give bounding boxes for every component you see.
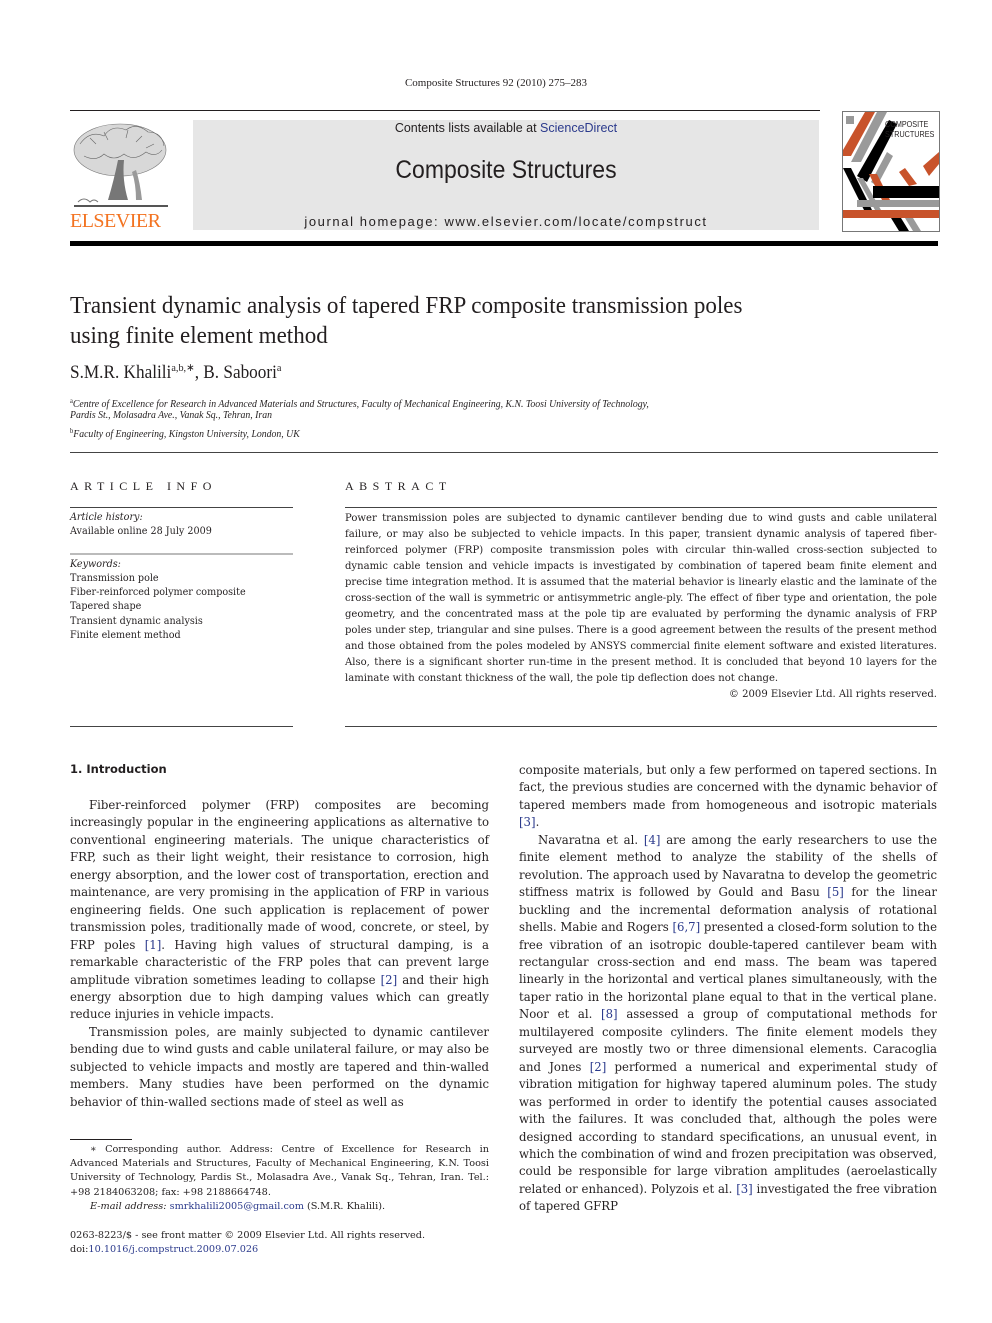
- abstract-body: Power transmission poles are subjected t…: [345, 511, 937, 703]
- issn-line: 0263-8223/$ - see front matter © 2009 El…: [70, 1230, 426, 1241]
- citation-link[interactable]: [8]: [601, 1007, 618, 1021]
- citation-link[interactable]: [3]: [519, 815, 536, 829]
- contents-availability: Contents lists available at ScienceDirec…: [193, 121, 819, 135]
- doi-line: doi:10.1016/j.compstruct.2009.07.026: [70, 1244, 259, 1256]
- abstract-rule: [345, 507, 937, 508]
- keywords-label: Keywords:: [70, 559, 121, 570]
- article-history-value: Available online 28 July 2009: [70, 526, 212, 537]
- citation-link[interactable]: [5]: [827, 885, 844, 899]
- keyword-item: Finite element method: [70, 630, 181, 641]
- journal-homepage-link[interactable]: journal homepage: www.elsevier.com/locat…: [193, 214, 819, 229]
- section-rule: [70, 452, 938, 453]
- section-heading-introduction: 1. Introduction: [70, 762, 167, 776]
- cover-title: COMPOSITE STRUCTURES: [885, 119, 935, 139]
- footnote-address: ∗ Corresponding author. Address: Centre …: [70, 1144, 489, 1198]
- paragraph: Fiber-reinforced polymer (FRP) composite…: [70, 798, 490, 1022]
- author-name[interactable]: S.M.R. Khalili: [70, 363, 171, 383]
- author-list: S.M.R. Khalilia,b,∗, B. Sabooria: [70, 361, 281, 384]
- citation-link[interactable]: [2]: [381, 973, 398, 987]
- article-title: Transient dynamic analysis of tapered FR…: [70, 292, 743, 349]
- journal-name: Composite Structures: [395, 156, 617, 184]
- doi-link[interactable]: 10.1016/j.compstruct.2009.07.026: [88, 1244, 258, 1255]
- footnote-email: E-mail address: smrkhalili2005@gmail.com…: [90, 1200, 386, 1212]
- citation-link[interactable]: [6,7]: [672, 920, 700, 934]
- keyword-item: Tapered shape: [70, 601, 142, 612]
- article-info-bottom-rule: [70, 726, 293, 727]
- sciencedirect-link[interactable]: ScienceDirect: [540, 121, 617, 135]
- paragraph: Transmission poles, are mainly subjected…: [70, 1024, 489, 1109]
- corresponding-author-footnote: ∗ Corresponding author. Address: Centre …: [70, 1143, 489, 1214]
- paragraph: Navaratna et al. [4] are among the early…: [519, 832, 938, 1214]
- header-thick-rule: [70, 241, 938, 246]
- header-rule: [70, 110, 820, 111]
- contents-prefix: Contents lists available at: [394, 121, 541, 135]
- footnote-rule: [70, 1139, 132, 1140]
- author-name[interactable]: B. Saboori: [203, 363, 277, 383]
- body-column-left: Fiber-reinforced polymer (FRP) composite…: [70, 797, 489, 1111]
- tree-icon: [73, 123, 168, 207]
- paragraph: composite materials, but only a few perf…: [519, 763, 937, 830]
- keyword-item: Fiber-reinforced polymer composite: [70, 587, 246, 598]
- elsevier-wordmark: ELSEVIER: [70, 210, 161, 232]
- affiliation-a-cont: Pardis St., Molasadra Ave., Vanak Sq., T…: [70, 410, 272, 421]
- body-column-right: composite materials, but only a few perf…: [519, 762, 937, 1216]
- article-history-label: Article history:: [70, 512, 143, 523]
- keywords-rule: [70, 553, 293, 555]
- citation-link[interactable]: [1]: [145, 938, 162, 952]
- email-link[interactable]: smrkhalili2005@gmail.com: [170, 1201, 304, 1212]
- abstract-text: Power transmission poles are subjected t…: [345, 513, 937, 684]
- citation-link[interactable]: [4]: [644, 833, 661, 847]
- article-info-heading: ARTICLE INFO: [70, 479, 217, 493]
- keyword-item: Transmission pole: [70, 573, 159, 584]
- abstract-heading: ABSTRACT: [345, 479, 452, 493]
- affiliation-b: bFaculty of Engineering, Kingston Univer…: [70, 427, 300, 440]
- citation-link[interactable]: [3]: [736, 1182, 753, 1196]
- citation-link[interactable]: [2]: [590, 1060, 607, 1074]
- keyword-item: Transient dynamic analysis: [70, 616, 203, 627]
- journal-cover-image[interactable]: COMPOSITE STRUCTURES: [842, 111, 940, 232]
- running-head: Composite Structures 92 (2010) 275–283: [404, 77, 588, 89]
- author-affiliation-marker[interactable]: a: [277, 362, 282, 374]
- article-info-rule: [70, 507, 293, 508]
- abstract-bottom-rule: [345, 726, 937, 727]
- author-affiliation-marker[interactable]: a,b,∗: [171, 362, 194, 374]
- front-matter: 0263-8223/$ - see front matter © 2009 El…: [70, 1229, 489, 1257]
- abstract-copyright: © 2009 Elsevier Ltd. All rights reserved…: [728, 689, 937, 700]
